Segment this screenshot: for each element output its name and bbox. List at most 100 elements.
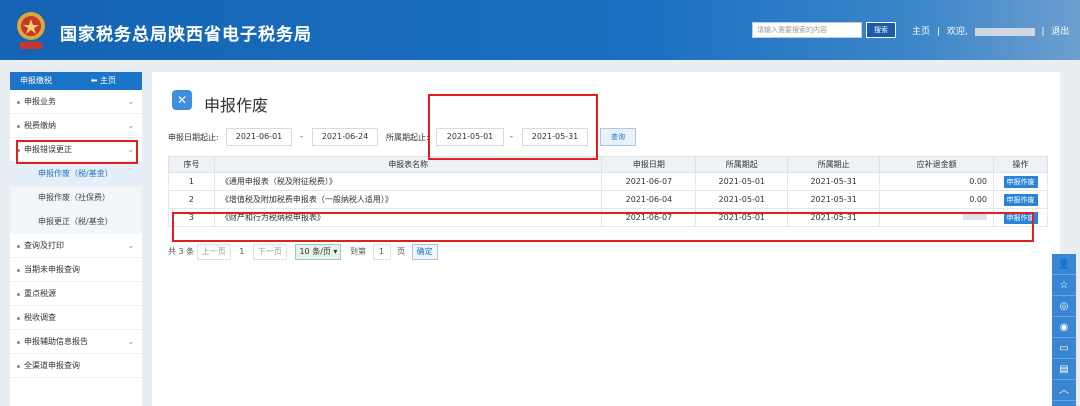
page-size-value: 10 条/页 bbox=[299, 247, 331, 256]
bullet-icon bbox=[17, 293, 20, 296]
search-input[interactable]: 请输入需要搜索的内容 bbox=[752, 22, 862, 38]
void-document-icon: ✕ bbox=[172, 90, 192, 110]
site-title: 国家税务总局陕西省电子税务局 bbox=[60, 25, 312, 45]
sidebar-item-survey[interactable]: 税收调查 bbox=[10, 306, 142, 330]
sidebar-item-aux-report[interactable]: 申报辅助信息报告 ⌄ bbox=[10, 330, 142, 354]
sidebar-item-key-source[interactable]: 重点税源 bbox=[10, 282, 142, 306]
sidebar-item-shenbao[interactable]: 申报业务 ⌄ bbox=[10, 90, 142, 114]
date-to-input[interactable]: 2021-06-24 bbox=[312, 128, 378, 146]
form-name: 《通用申报表（税及附征税费）》 bbox=[213, 172, 603, 191]
total-count: 共 3 条 bbox=[168, 247, 195, 256]
column-header: 所属期起 bbox=[695, 156, 789, 173]
sidebar-subitem-gengzheng-tax[interactable]: 申报更正（税/基金） bbox=[10, 210, 142, 234]
sidebar-header: 申报缴税 ⬅ 主页 bbox=[10, 72, 142, 90]
sidebar-item-label: 申报辅助信息报告 bbox=[24, 337, 88, 346]
separator: | bbox=[1041, 27, 1045, 37]
home-arrow-icon: ⬅ bbox=[90, 76, 100, 85]
sidebar-item-label: 查询及打印 bbox=[24, 241, 64, 250]
date-range-label: 申报日期起止: bbox=[168, 133, 219, 142]
void-declaration-button[interactable]: 申报作废 bbox=[1003, 193, 1038, 206]
table-row: 1 《通用申报表（税及附征税费）》 2021-06-07 2021-05-01 … bbox=[168, 172, 1048, 191]
chevron-down-icon: ⌄ bbox=[127, 97, 134, 106]
void-declaration-button[interactable]: 申报作废 bbox=[1003, 175, 1038, 188]
chevron-down-icon: ⌄ bbox=[127, 121, 134, 130]
sidebar-home-label: 主页 bbox=[100, 76, 116, 85]
goto-page-input[interactable]: 1 bbox=[372, 244, 391, 260]
bullet-icon bbox=[17, 125, 20, 128]
sidebar-item-label: 税收调查 bbox=[24, 313, 56, 322]
user-icon[interactable]: 👤 bbox=[1052, 254, 1076, 275]
declaration-date: 2021-06-04 bbox=[601, 190, 697, 209]
search-button[interactable]: 搜索 bbox=[866, 22, 896, 38]
highlight-period-filter bbox=[428, 94, 598, 160]
tax-emblem-icon bbox=[17, 12, 45, 49]
pagination: 共 3 条 上一页 1 下一页 10 条/页 ▾ 到第 1 页 确定 bbox=[168, 244, 438, 260]
current-page: 1 bbox=[239, 247, 245, 256]
column-header: 操作 bbox=[993, 156, 1048, 173]
sidebar-home-link[interactable]: ⬅ 主页 bbox=[91, 72, 116, 90]
period-start: 2021-05-01 bbox=[695, 190, 789, 209]
page-unit: 页 bbox=[397, 247, 406, 256]
sidebar-item-query-print[interactable]: 查询及打印 ⌄ bbox=[10, 234, 142, 258]
back-to-top-icon[interactable]: ︿ bbox=[1052, 380, 1076, 401]
page-size-select[interactable]: 10 条/页 ▾ bbox=[295, 244, 342, 260]
home-link[interactable]: 主页 bbox=[912, 27, 930, 37]
period-start: 2021-05-01 bbox=[695, 172, 789, 191]
goto-confirm-button[interactable]: 确定 bbox=[411, 244, 438, 260]
logout-link[interactable]: 退出 bbox=[1051, 27, 1069, 37]
row-number: 2 bbox=[168, 190, 215, 209]
bullet-icon bbox=[17, 269, 20, 272]
top-links: 主页 | 欢迎, | 退出 bbox=[912, 24, 1073, 37]
top-header: 国家税务总局陕西省电子税务局 请输入需要搜索的内容 搜索 主页 | 欢迎, | … bbox=[0, 0, 1080, 60]
period-end: 2021-05-31 bbox=[787, 172, 881, 191]
filter-bar: 申报日期起止: 2021-06-01 - 2021-06-24 所属期起止: 2… bbox=[168, 128, 1048, 146]
sidebar-item-label: 当期未申报查询 bbox=[24, 265, 80, 274]
sidebar-item-all-channel[interactable]: 全渠道申报查询 bbox=[10, 354, 142, 378]
query-button[interactable]: 查询 bbox=[600, 128, 636, 146]
welcome-text: 欢迎, bbox=[946, 27, 968, 37]
separator: | bbox=[936, 27, 940, 37]
document-icon[interactable]: ▤ bbox=[1052, 359, 1076, 380]
sidebar-item-label: 税费缴纳 bbox=[24, 121, 56, 130]
sidebar-item-label: 重点税源 bbox=[24, 289, 56, 298]
sidebar: 申报缴税 ⬅ 主页 申报业务 ⌄ 税费缴纳 ⌄ 申报错误更正 ⌄ 申报作废（税/基金）… bbox=[10, 72, 142, 406]
message-icon[interactable]: ▭ bbox=[1052, 338, 1076, 359]
sidebar-item-unfiled[interactable]: 当期未申报查询 bbox=[10, 258, 142, 282]
column-header: 序号 bbox=[168, 156, 215, 173]
sidebar-item-jiaona[interactable]: 税费缴纳 ⌄ bbox=[10, 114, 142, 138]
page-title: 申报作废 bbox=[204, 96, 269, 115]
sidebar-item-label: 全渠道申报查询 bbox=[24, 361, 80, 370]
chevron-down-icon: ⌄ bbox=[127, 241, 134, 250]
amount: 0.00 bbox=[879, 190, 995, 209]
star-icon[interactable]: ☆ bbox=[1052, 275, 1076, 296]
chevron-down-icon: ▾ bbox=[330, 247, 338, 256]
action-cell: 申报作废 bbox=[993, 172, 1048, 191]
date-from-input[interactable]: 2021-06-01 bbox=[226, 128, 292, 146]
next-page-button[interactable]: 下一页 bbox=[252, 244, 287, 260]
sidebar-subitem-zuofei-tax[interactable]: 申报作废（税/基金） bbox=[10, 162, 142, 186]
highlight-sidebar-correction bbox=[16, 140, 138, 164]
weibo-icon[interactable]: ◉ bbox=[1052, 317, 1076, 338]
column-header: 应补退金额 bbox=[879, 156, 995, 173]
row-number: 1 bbox=[168, 172, 215, 191]
wechat-icon[interactable]: ◎ bbox=[1052, 296, 1076, 317]
action-cell: 申报作废 bbox=[993, 190, 1048, 209]
bullet-icon bbox=[17, 245, 20, 248]
table-header-row: 序号 申报表名称 申报日期 所属期起 所属期止 应补退金额 操作 bbox=[168, 156, 1048, 173]
prev-page-button[interactable]: 上一页 bbox=[196, 244, 231, 260]
bullet-icon bbox=[17, 365, 20, 368]
floating-toolbar: 👤 ☆ ◎ ◉ ▭ ▤ ︿ bbox=[1052, 254, 1076, 406]
table-row: 2 《增值税及附加税费申报表（一般纳税人适用）》 2021-06-04 2021… bbox=[168, 190, 1048, 209]
column-header: 申报日期 bbox=[601, 156, 697, 173]
sidebar-subitem-zuofei-social[interactable]: 申报作废（社保费） bbox=[10, 186, 142, 210]
chevron-down-icon: ⌄ bbox=[127, 337, 134, 346]
bullet-icon bbox=[17, 101, 20, 104]
bullet-icon bbox=[17, 317, 20, 320]
sidebar-item-label: 申报业务 bbox=[24, 97, 56, 106]
declaration-date: 2021-06-07 bbox=[601, 172, 697, 191]
dash: - bbox=[300, 132, 303, 141]
bullet-icon bbox=[17, 341, 20, 344]
goto-label: 到第 bbox=[350, 247, 366, 256]
sidebar-head-label[interactable]: 申报缴税 bbox=[20, 76, 52, 85]
username-redacted bbox=[974, 27, 1035, 36]
